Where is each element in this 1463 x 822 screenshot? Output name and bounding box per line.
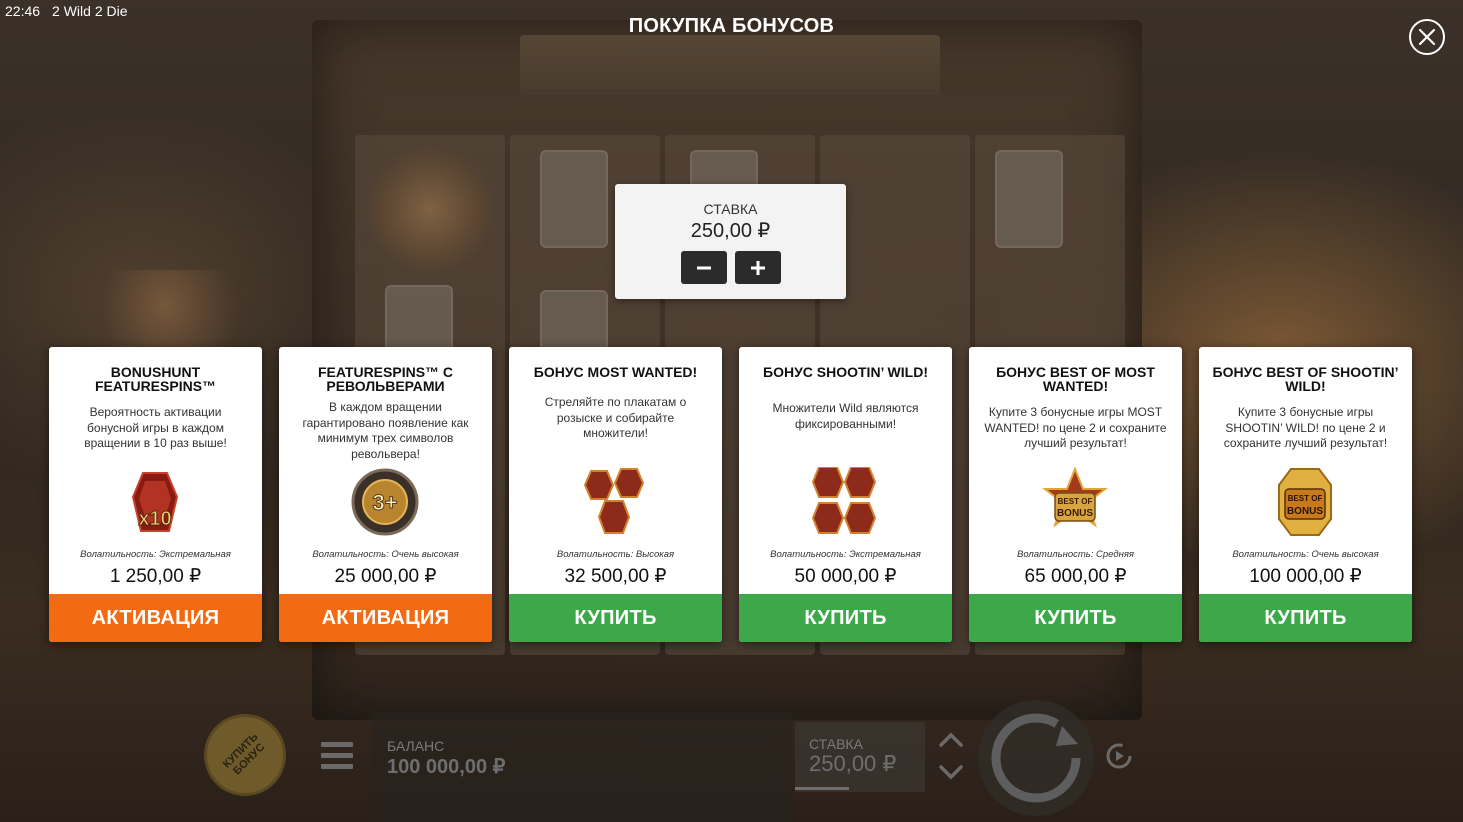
best-of-bonus-gold-icon: BEST OF BONUS [1278,468,1332,536]
bonus-card-volatility: Волатильность: Экстремальная [80,549,231,560]
bonus-card-title: БОНУС MOST WANTED! [533,364,698,380]
bonus-card-most-wanted: БОНУС MOST WANTED! Стреляйте по плакатам… [509,347,722,642]
bonus-card-description: Купите 3 бонусные игры SHOOTIN’ WILD! по… [1223,405,1388,450]
close-icon [1418,28,1436,46]
revolver-3plus-icon: 3+ [351,468,419,536]
x10-bonushunt-icon: x10 [131,472,179,532]
bonus-label: BONUS [1057,508,1093,519]
bonus-card-title: BONUSHUNT FEATURESPINS™ [94,364,217,394]
three-plus-label: 3+ [372,490,397,515]
bonus-card-volatility: Волатильность: Очень высокая [312,549,459,560]
bet-increase-arrow-icon[interactable] [938,730,964,750]
bonus-card-title: БОНУС BEST OF SHOOTIN’ WILD! [1212,364,1399,394]
bonus-card-bonushunt: BONUSHUNT FEATURESPINS™ Вероятность акти… [49,347,262,642]
modal-title: ПОКУПКА БОНУСОВ [628,15,835,37]
cowboy-symbol [365,145,495,275]
best-of-label: BEST OF [1058,497,1093,506]
bonus-card-price: 50 000,00 ₽ [794,566,897,587]
stake-label: СТАВКА [703,201,758,217]
bonus-card-volatility: Волатильность: Экстремальная [770,549,921,560]
reel-card-symbol [995,150,1063,248]
bet-label: СТАВКА [809,736,863,752]
bonus-card-revolver-featurespins: FEATURESPINS™ С РЕВОЛЬВЕРАМИ В каждом вр… [279,347,492,642]
bet-decrease-arrow-icon[interactable] [938,762,964,782]
bonus-card-best-of-shootin-wild: БОНУС BEST OF SHOOTIN’ WILD! Купите 3 бо… [1199,347,1412,642]
spin-button[interactable] [978,700,1094,816]
buy-button[interactable]: КУПИТЬ [509,594,722,642]
bonus-card-volatility: Волатильность: Высокая [556,549,675,560]
bonus-card-volatility: Волатильность: Очень высокая [1232,549,1379,560]
stake-value: 250,00 ₽ [690,220,771,242]
bonus-card-price: 32 500,00 ₽ [564,566,667,587]
buy-bonus-label: КУПИТЬ БОНУС [220,730,268,778]
bet-indicator [795,787,849,790]
stake-decrease-button[interactable] [680,251,727,284]
x10-label: x10 [138,508,171,530]
activate-button[interactable]: АКТИВАЦИЯ [279,594,492,642]
spin-icon [991,713,1081,803]
bonus-label: BONUS [1287,506,1323,517]
best-of-label: BEST OF [1288,494,1323,503]
buy-button[interactable]: КУПИТЬ [969,594,1182,642]
game-logo-background [520,35,940,95]
stake-selector: СТАВКА 250,00 ₽ [615,184,846,299]
menu-button[interactable] [321,742,353,770]
bonus-card-description: Множители Wild являются фиксированными! [772,401,919,431]
buy-button[interactable]: КУПИТЬ [1199,594,1412,642]
bonus-card-title: FEATURESPINS™ С РЕВОЛЬВЕРАМИ [317,364,454,394]
stake-increase-button[interactable] [734,251,781,284]
plus-icon [750,260,765,275]
bet-value: 250,00 ₽ [809,751,897,776]
balance-label: БАЛАНС [387,738,445,754]
minus-icon [696,266,711,269]
activate-button[interactable]: АКТИВАЦИЯ [49,594,262,642]
bonus-card-price: 1 250,00 ₽ [109,566,202,587]
shootin-wild-bonus-icon [811,467,877,534]
bonus-card-price: 100 000,00 ₽ [1249,566,1362,587]
bonus-card-shootin-wild: БОНУС SHOOTIN’ WILD! Множители Wild явля… [739,347,952,642]
most-wanted-bonus-icon [583,468,645,534]
bonus-card-description: В каждом вращении гарантировано появлени… [302,400,469,461]
balance-value: 100 000,00 ₽ [387,756,506,778]
bonus-card-price: 65 000,00 ₽ [1024,566,1127,587]
best-of-bonus-icon: BEST OF BONUS [1042,467,1108,528]
bonus-card-description: Купите 3 бонусные игры MOST WANTED! по ц… [984,405,1167,450]
bonus-card-title: БОНУС BEST OF MOST WANTED! [996,364,1155,394]
bonus-card-description: Стреляйте по плакатам о розыске и собира… [544,395,687,440]
bonus-card-description: Вероятность активации бонусной игры в ка… [84,405,227,450]
bonus-card-title: БОНУС SHOOTIN’ WILD! [763,364,928,380]
bonus-card-price: 25 000,00 ₽ [334,566,437,587]
reel-card-symbol [540,150,608,248]
close-button[interactable] [1409,19,1445,55]
autoplay-icon[interactable] [1103,740,1135,772]
buy-button[interactable]: КУПИТЬ [739,594,952,642]
menu-icon [321,742,353,747]
bonus-card-volatility: Волатильность: Средняя [1016,549,1134,560]
bonus-card-best-of-most-wanted: БОНУС BEST OF MOST WANTED! Купите 3 бону… [969,347,1182,642]
